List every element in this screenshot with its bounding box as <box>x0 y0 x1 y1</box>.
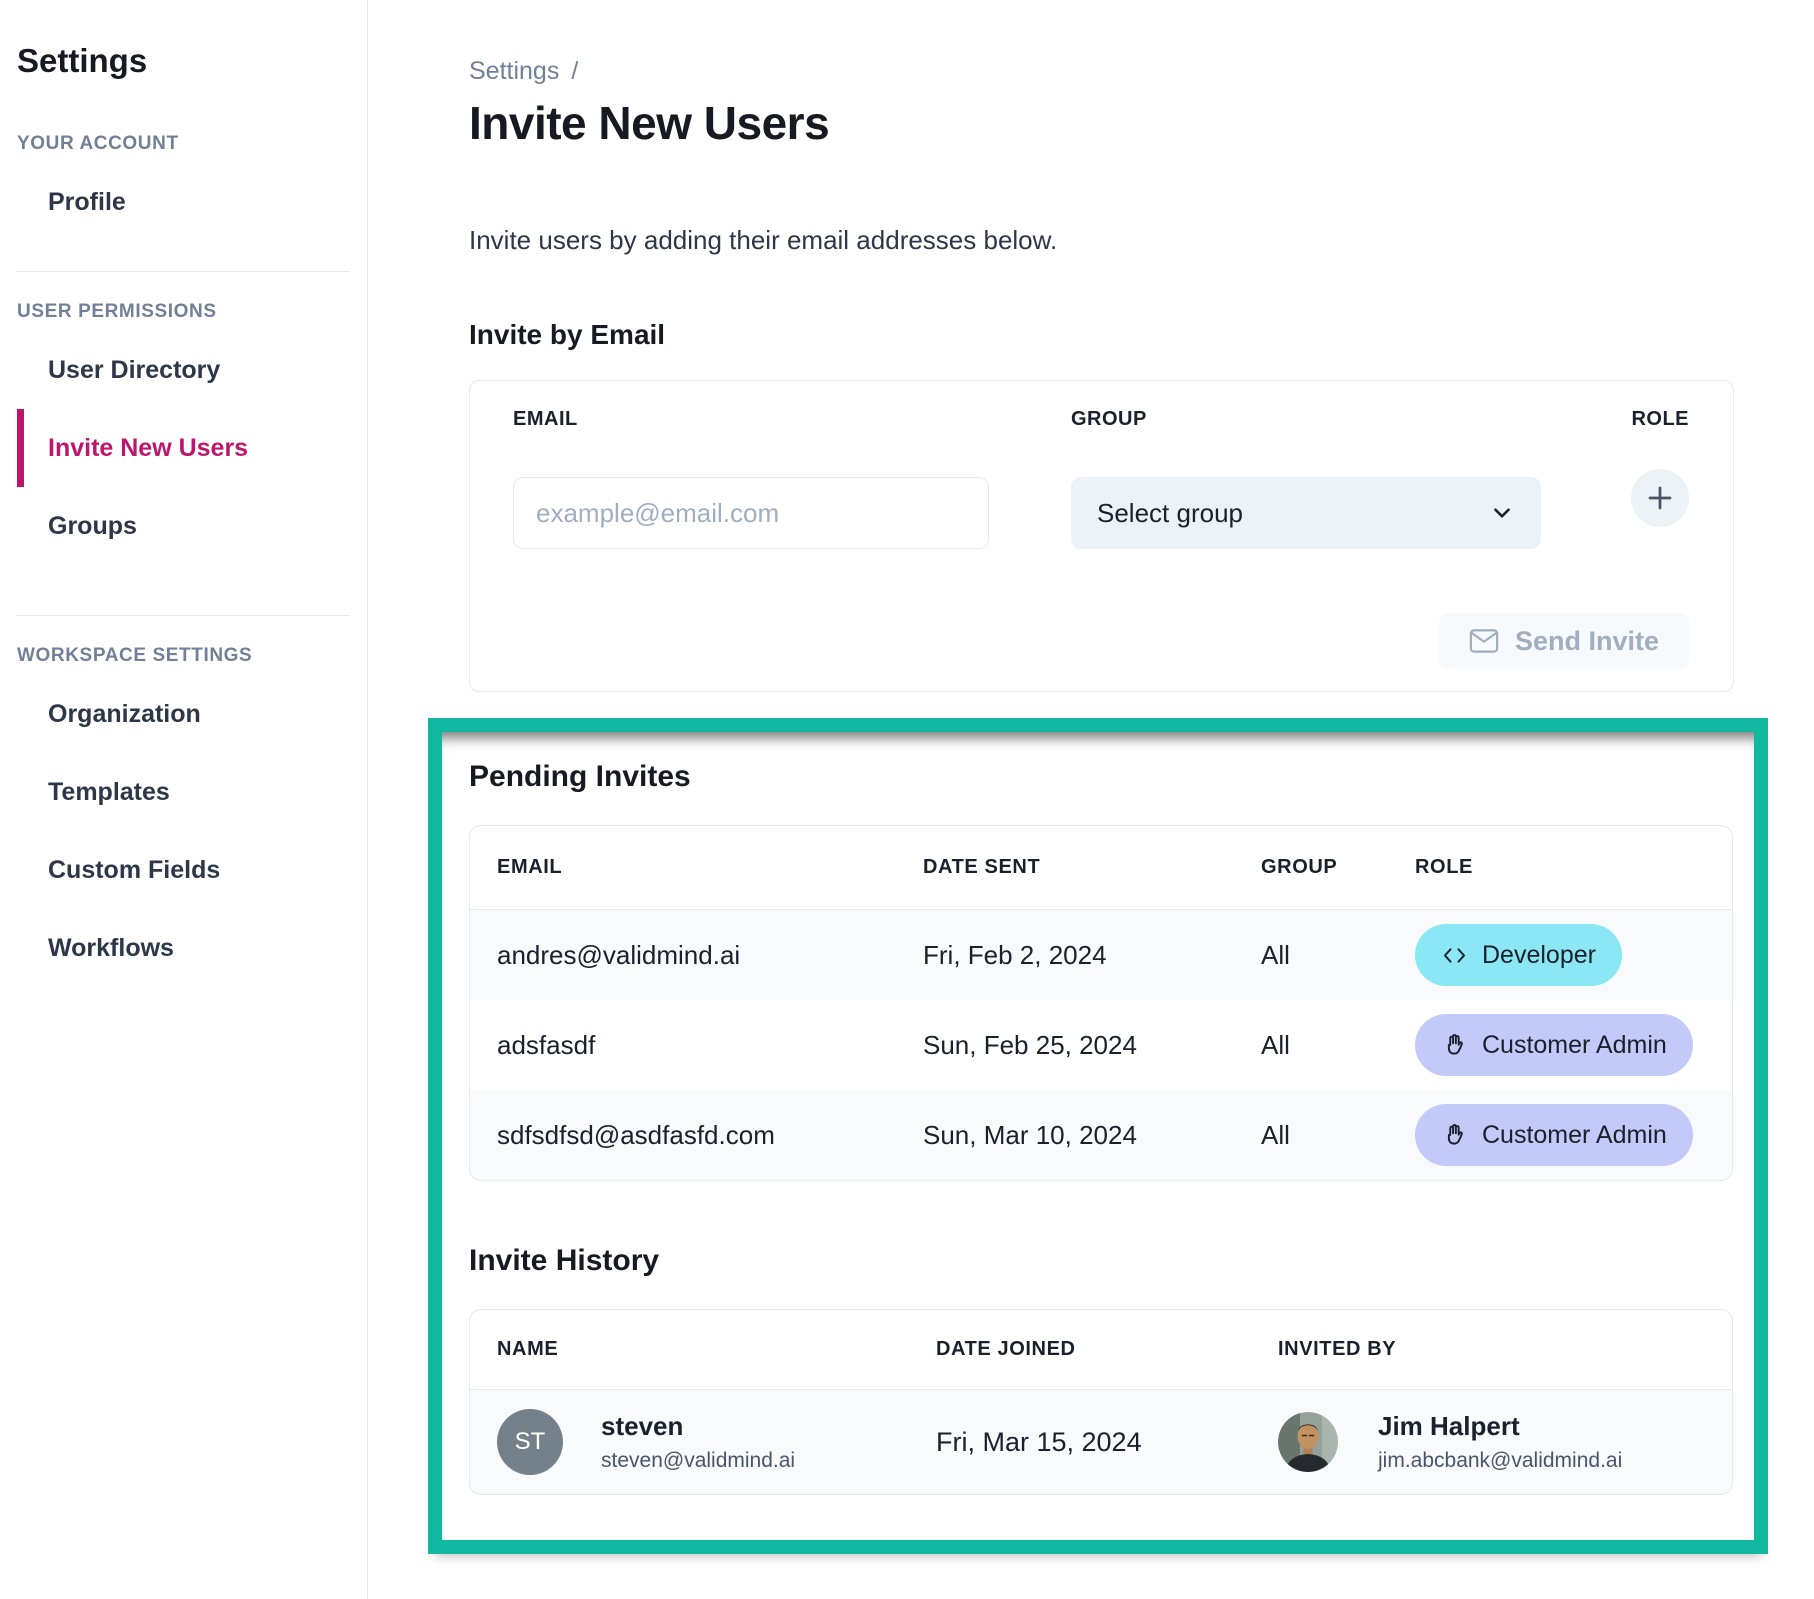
date-joined: Fri, Mar 15, 2024 <box>936 1427 1278 1458</box>
sidebar-divider <box>17 271 349 272</box>
sidebar-item-organization[interactable]: Organization <box>17 675 367 753</box>
add-role-button[interactable] <box>1631 469 1689 527</box>
member-email: steven@validmind.ai <box>601 1448 795 1474</box>
inviter-name: Jim Halpert <box>1378 1410 1622 1442</box>
breadcrumb-separator: / <box>571 57 578 85</box>
invite-group: All <box>1261 1120 1415 1151</box>
avatar <box>1278 1412 1338 1472</box>
invite-date-sent: Sun, Feb 25, 2024 <box>923 1030 1261 1061</box>
table-row: adsfasdf Sun, Feb 25, 2024 All Customer … <box>470 1000 1732 1090</box>
member-name: steven <box>601 1410 795 1442</box>
pending-invites-table: EMAIL DATE SENT GROUP ROLE andres@validm… <box>469 825 1733 1181</box>
column-header-date-sent: DATE SENT <box>923 856 1261 879</box>
column-header-invited-by: INVITED BY <box>1278 1338 1732 1361</box>
group-label: GROUP <box>1071 407 1541 431</box>
table-header-row: EMAIL DATE SENT GROUP ROLE <box>470 826 1732 910</box>
column-header-role: ROLE <box>1415 856 1732 879</box>
column-header-date-joined: DATE JOINED <box>936 1338 1278 1361</box>
sidebar-item-custom-fields[interactable]: Custom Fields <box>17 831 367 909</box>
main-content: Settings / Invite New Users Invite users … <box>368 0 1814 1599</box>
role-badge: Customer Admin <box>1415 1104 1693 1166</box>
mail-icon <box>1469 628 1499 654</box>
email-input[interactable] <box>513 477 989 549</box>
invite-history-table: NAME DATE JOINED INVITED BY ST steven st… <box>469 1309 1733 1495</box>
hand-icon <box>1441 1032 1468 1059</box>
invite-email: andres@validmind.ai <box>497 940 923 971</box>
sidebar: Settings YOUR ACCOUNT Profile USER PERMI… <box>0 0 368 1599</box>
page-description: Invite users by adding their email addre… <box>469 224 1734 256</box>
invite-group: All <box>1261 940 1415 971</box>
column-header-email: EMAIL <box>497 856 923 879</box>
sidebar-item-templates[interactable]: Templates <box>17 753 367 831</box>
invite-history-heading: Invite History <box>469 1243 1733 1279</box>
invite-by-email-heading: Invite by Email <box>469 318 1734 352</box>
sidebar-section-workspace-settings: WORKSPACE SETTINGS <box>17 644 367 667</box>
sidebar-item-groups[interactable]: Groups <box>17 487 367 565</box>
breadcrumb: Settings / <box>469 56 1734 86</box>
invite-group: All <box>1261 1030 1415 1061</box>
role-badge: Developer <box>1415 924 1622 986</box>
sidebar-divider <box>17 615 349 616</box>
sidebar-item-workflows[interactable]: Workflows <box>17 909 367 987</box>
invite-by-email-card: EMAIL GROUP Select group ROLE <box>469 380 1734 692</box>
group-select[interactable]: Select group <box>1071 477 1541 549</box>
table-row: sdfsdfsd@asdfasfd.com Sun, Mar 10, 2024 … <box>470 1090 1732 1180</box>
invite-email: adsfasdf <box>497 1030 923 1061</box>
sidebar-item-user-directory[interactable]: User Directory <box>17 331 367 409</box>
inviter-email: jim.abcbank@validmind.ai <box>1378 1448 1622 1474</box>
table-header-row: NAME DATE JOINED INVITED BY <box>470 1310 1732 1390</box>
settings-page: Settings YOUR ACCOUNT Profile USER PERMI… <box>0 0 1814 1599</box>
invite-date-sent: Sun, Mar 10, 2024 <box>923 1120 1261 1151</box>
group-select-value: Select group <box>1097 498 1243 529</box>
page-title: Invite New Users <box>469 96 1734 150</box>
table-row: andres@validmind.ai Fri, Feb 2, 2024 All… <box>470 910 1732 1000</box>
plus-icon <box>1645 483 1675 513</box>
invite-date-sent: Fri, Feb 2, 2024 <box>923 940 1261 971</box>
chevron-down-icon <box>1489 500 1515 526</box>
sidebar-title: Settings <box>17 40 367 82</box>
role-badge: Customer Admin <box>1415 1014 1693 1076</box>
pending-invites-heading: Pending Invites <box>469 759 1733 795</box>
send-invite-button[interactable]: Send Invite <box>1439 613 1689 669</box>
table-row: ST steven steven@validmind.ai Fri, Mar 1… <box>470 1390 1732 1494</box>
highlight-annotation-box: Pending Invites EMAIL DATE SENT GROUP RO… <box>428 718 1768 1554</box>
sidebar-section-your-account: YOUR ACCOUNT <box>17 132 367 155</box>
invite-email: sdfsdfsd@asdfasfd.com <box>497 1120 923 1151</box>
code-icon <box>1441 942 1468 969</box>
sidebar-item-profile[interactable]: Profile <box>17 163 367 241</box>
column-header-group: GROUP <box>1261 856 1415 879</box>
hand-icon <box>1441 1122 1468 1149</box>
breadcrumb-settings-link[interactable]: Settings <box>469 57 559 85</box>
avatar: ST <box>497 1409 563 1475</box>
column-header-name: NAME <box>497 1338 936 1361</box>
sidebar-item-invite-new-users[interactable]: Invite New Users <box>17 409 367 487</box>
role-label: ROLE <box>1631 407 1689 431</box>
email-label: EMAIL <box>513 407 989 431</box>
sidebar-section-user-permissions: USER PERMISSIONS <box>17 300 367 323</box>
